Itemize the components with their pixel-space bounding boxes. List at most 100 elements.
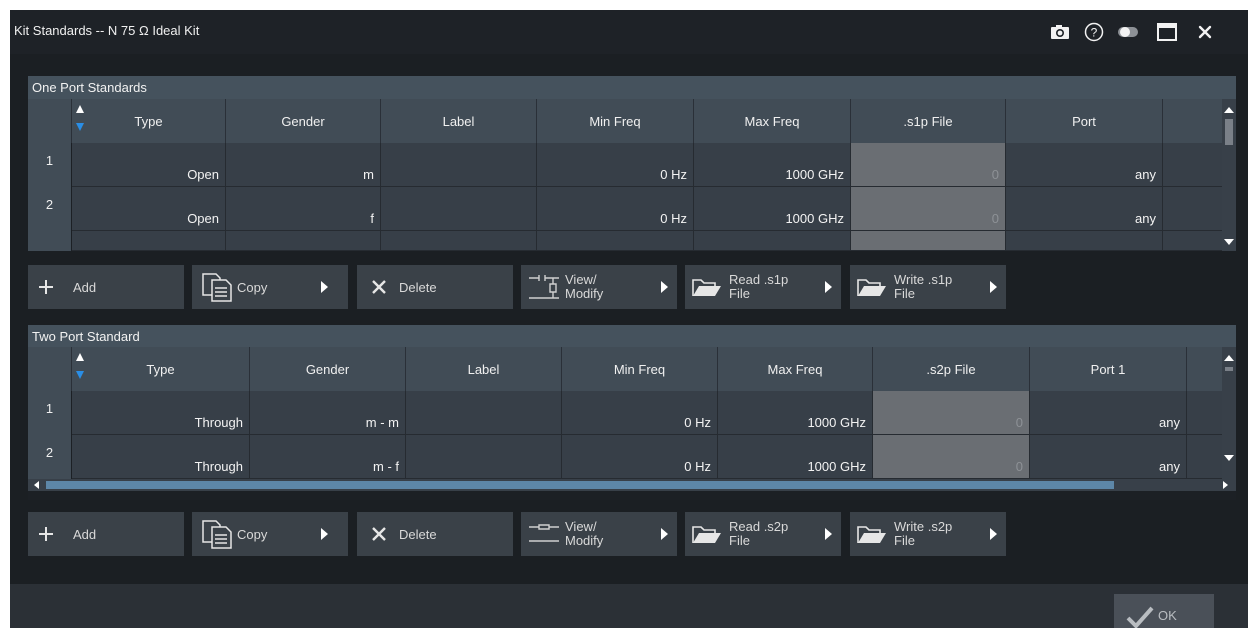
scrollbar-thumb[interactable] <box>1225 119 1233 145</box>
scroll-right-icon[interactable] <box>1220 480 1230 490</box>
column-header-max-freq[interactable]: Max Freq <box>694 99 851 143</box>
column-header-label[interactable]: Label <box>381 99 537 143</box>
two-port-table[interactable]: Type Gender Label Min Freq Max Freq .s2p… <box>28 347 1236 500</box>
cell-label[interactable] <box>381 231 537 251</box>
delete-label: Delete <box>399 280 437 295</box>
cell-max-freq[interactable]: 1000 GHz <box>718 435 873 479</box>
column-header-port[interactable]: Port <box>1006 99 1163 143</box>
checkmark-icon <box>1126 606 1154 628</box>
add-label: Add <box>73 280 97 295</box>
one-port-vertical-scrollbar[interactable] <box>1222 99 1236 251</box>
cell-label[interactable] <box>381 143 537 187</box>
cell-type[interactable]: Through <box>72 435 250 479</box>
column-header-s1p-file[interactable]: .s1p File <box>851 99 1006 143</box>
write-label: Write .s1p <box>894 272 953 287</box>
two-port-vertical-scrollbar[interactable] <box>1222 347 1236 479</box>
column-header-label[interactable]: Label <box>406 347 562 391</box>
one-port-write-file-button[interactable]: Write .s1p File <box>850 265 1006 309</box>
two-port-write-file-button[interactable]: Write .s2p File <box>850 512 1006 556</box>
scrollbar-thumb[interactable] <box>1225 367 1233 371</box>
cell-label[interactable] <box>406 435 562 479</box>
cell-label[interactable] <box>406 391 562 435</box>
delete-x-icon <box>372 280 386 294</box>
help-icon[interactable]: ? <box>1083 21 1105 43</box>
column-label: Min Freq <box>613 361 666 377</box>
cell-s1p-file[interactable] <box>851 231 1006 251</box>
maximize-icon[interactable] <box>1156 21 1178 43</box>
column-header-min-freq[interactable]: Min Freq <box>562 347 718 391</box>
cell-gender[interactable] <box>226 231 381 251</box>
view-label: View/ <box>565 519 597 534</box>
row-number[interactable] <box>28 231 71 251</box>
row-number[interactable]: 2 <box>28 435 71 479</box>
two-port-copy-button[interactable]: Copy <box>192 512 348 556</box>
cell-gender[interactable]: m - m <box>250 391 406 435</box>
two-port-view-modify-button[interactable]: View/ Modify <box>521 512 677 556</box>
one-port-copy-button[interactable]: Copy <box>192 265 348 309</box>
two-port-add-button[interactable]: Add <box>28 512 184 556</box>
column-header-gender[interactable]: Gender <box>250 347 406 391</box>
cell-label[interactable] <box>381 187 537 231</box>
cell-max-freq[interactable] <box>694 231 851 251</box>
column-header-gender[interactable]: Gender <box>226 99 381 143</box>
close-icon[interactable] <box>1194 21 1216 43</box>
column-header-max-freq[interactable]: Max Freq <box>718 347 873 391</box>
column-header-filler <box>1163 99 1223 143</box>
row-number[interactable]: 1 <box>28 143 71 187</box>
cell-min-freq[interactable] <box>537 231 694 251</box>
cell-s1p-file[interactable]: 0 <box>851 187 1006 231</box>
one-port-table[interactable]: Type Gender Label Min Freq Max Freq .s1p… <box>28 99 1236 251</box>
cell-type[interactable]: Open <box>72 187 226 231</box>
cell-port[interactable] <box>1006 231 1163 251</box>
cell-port[interactable]: any <box>1006 187 1163 231</box>
one-port-view-modify-button[interactable]: View/ Modify <box>521 265 677 309</box>
row-number[interactable]: 2 <box>28 187 71 231</box>
cell-min-freq[interactable]: 0 Hz <box>537 143 694 187</box>
row-header-corner <box>28 99 72 143</box>
cell-type[interactable]: Open <box>72 143 226 187</box>
cell-type[interactable]: Through <box>72 391 250 435</box>
column-header-min-freq[interactable]: Min Freq <box>537 99 694 143</box>
cell-min-freq[interactable]: 0 Hz <box>537 187 694 231</box>
column-header-s2p-file[interactable]: .s2p File <box>873 347 1030 391</box>
cell-s1p-file[interactable]: 0 <box>851 143 1006 187</box>
cell-type[interactable] <box>72 231 226 251</box>
cell-port[interactable]: any <box>1006 143 1163 187</box>
cell-port1[interactable]: any <box>1030 435 1187 479</box>
column-header-port1[interactable]: Port 1 <box>1030 347 1187 391</box>
scroll-down-icon[interactable] <box>1224 239 1234 245</box>
cell-gender[interactable]: f <box>226 187 381 231</box>
two-port-horizontal-scrollbar[interactable] <box>28 479 1236 491</box>
scroll-down-icon[interactable] <box>1224 455 1234 461</box>
ok-button[interactable]: OK <box>1114 594 1214 628</box>
two-port-delete-button[interactable]: Delete <box>357 512 513 556</box>
one-port-add-button[interactable]: Add <box>28 265 184 309</box>
cell-max-freq[interactable]: 1000 GHz <box>694 187 851 231</box>
cell-max-freq[interactable]: 1000 GHz <box>694 143 851 187</box>
cell-min-freq[interactable]: 0 Hz <box>562 391 718 435</box>
scrollbar-thumb[interactable] <box>46 481 1114 489</box>
cell-max-freq[interactable]: 1000 GHz <box>718 391 873 435</box>
file-label: File <box>729 533 750 548</box>
scroll-up-icon[interactable] <box>1224 107 1234 113</box>
toggle-icon[interactable] <box>1117 21 1139 43</box>
scroll-left-icon[interactable] <box>32 480 42 490</box>
cell-port1[interactable]: any <box>1030 391 1187 435</box>
row-number[interactable]: 1 <box>28 391 71 435</box>
cell-min-freq[interactable]: 0 Hz <box>562 435 718 479</box>
cell-s2p-file[interactable]: 0 <box>873 435 1030 479</box>
two-port-section-header: Two Port Standard <box>28 325 1236 348</box>
column-header-type[interactable]: Type <box>72 347 250 391</box>
column-label: Label <box>442 113 475 129</box>
one-port-read-file-button[interactable]: Read .s1p File <box>685 265 841 309</box>
column-label: Gender <box>305 361 350 377</box>
one-port-delete-button[interactable]: Delete <box>357 265 513 309</box>
scroll-up-icon[interactable] <box>1224 355 1234 361</box>
camera-icon[interactable] <box>1049 21 1071 43</box>
cell-gender[interactable]: m - f <box>250 435 406 479</box>
cell-s2p-file[interactable]: 0 <box>873 391 1030 435</box>
column-header-type[interactable]: Type <box>72 99 226 143</box>
two-port-read-file-button[interactable]: Read .s2p File <box>685 512 841 556</box>
column-header-filler <box>1187 347 1223 391</box>
cell-gender[interactable]: m <box>226 143 381 187</box>
